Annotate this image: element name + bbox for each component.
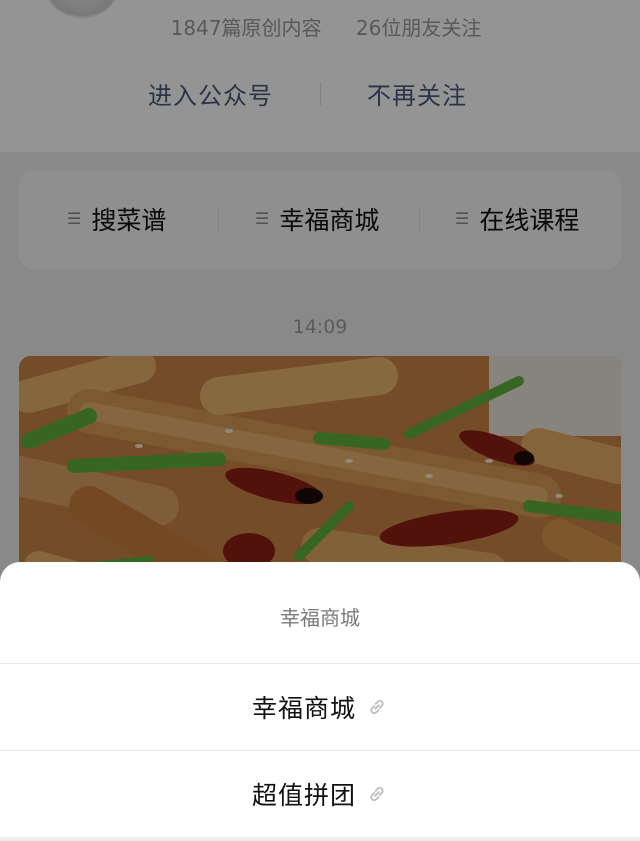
option-label: 超值拼团: [251, 781, 356, 810]
action-sheet-title: 幸福商城: [280, 606, 360, 630]
option-group-buy[interactable]: 超值拼团: [0, 751, 640, 837]
option-label: 幸福商城: [251, 694, 356, 723]
sheet-bottom-gap: [0, 837, 640, 841]
mini-program-link-icon: [370, 786, 384, 802]
mini-program-link-icon: [370, 699, 384, 715]
action-sheet: 幸福商城 幸福商城 超值拼团: [0, 562, 640, 841]
option-happy-mall[interactable]: 幸福商城: [0, 664, 640, 750]
